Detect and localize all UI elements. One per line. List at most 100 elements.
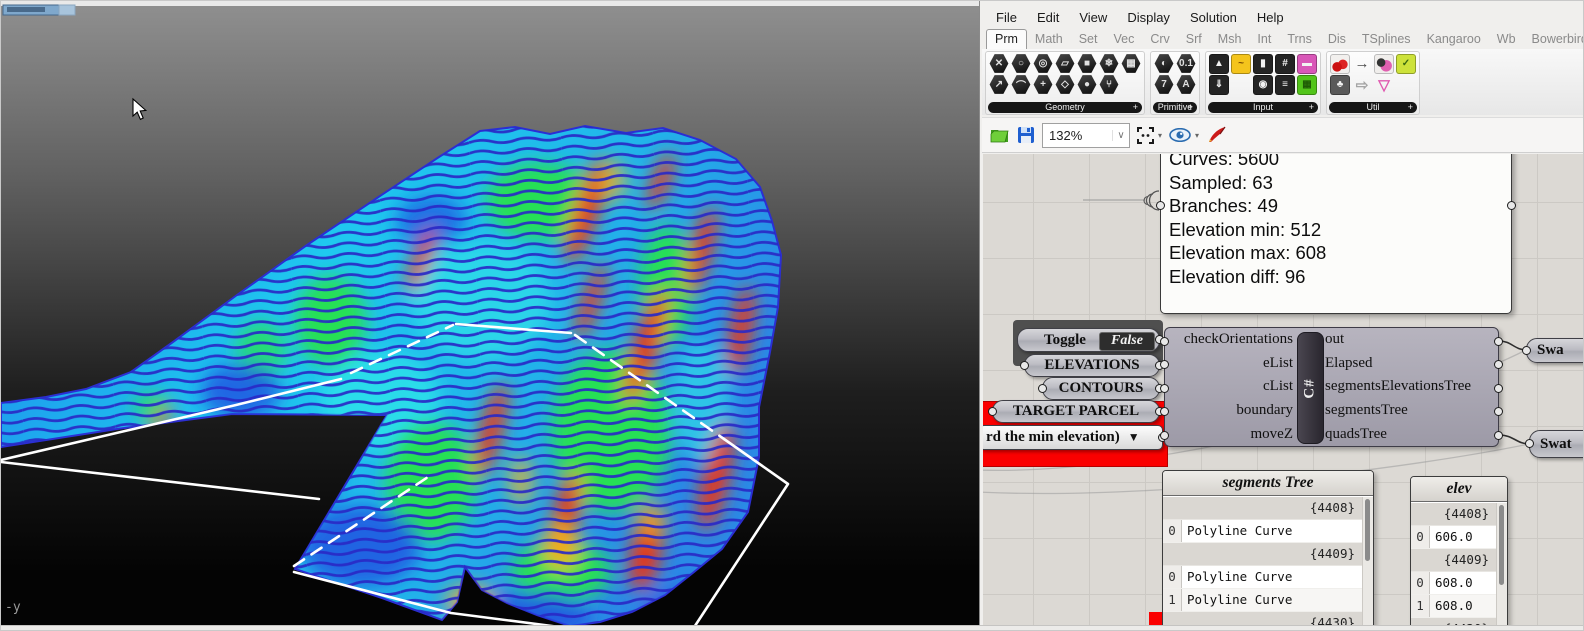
sketch-pen-icon[interactable] <box>1206 125 1228 145</box>
component-icon[interactable]: ✓ <box>1396 53 1416 74</box>
output-port-segmentsElevationsTree[interactable] <box>1494 383 1503 393</box>
scrollbar-thumb[interactable] <box>1365 498 1370 561</box>
component-icon[interactable]: ⑂ <box>1099 75 1119 94</box>
param-input-port[interactable] <box>1020 360 1029 370</box>
tab-srf[interactable]: Srf <box>1178 30 1210 49</box>
component-icon[interactable]: ▱ <box>1055 54 1075 73</box>
menu-item-view[interactable]: View <box>1069 10 1117 25</box>
chevron-down-icon[interactable]: ∨ <box>1112 129 1129 141</box>
zoom-extents-dropdown-arrow[interactable]: ▾ <box>1158 131 1162 140</box>
tab-prm[interactable]: Prm <box>986 29 1027 49</box>
segments-tree-panel[interactable]: segments Tree {4408} 0 Polyline Curve {4409… <box>1162 470 1374 626</box>
open-file-icon[interactable] <box>990 126 1010 144</box>
component-icon[interactable]: ◉ <box>1253 74 1273 95</box>
component-icon[interactable]: ❄ <box>1099 54 1119 73</box>
component-icon[interactable]: ● <box>1077 75 1097 94</box>
preview-eye-icon[interactable] <box>1169 128 1191 142</box>
param-input-port[interactable] <box>1038 383 1047 393</box>
boolean-toggle[interactable]: Toggle False <box>1017 328 1164 352</box>
menu-item-help[interactable]: Help <box>1247 10 1294 25</box>
tab-msh[interactable]: Msh <box>1210 30 1250 49</box>
component-icon[interactable]: ~ <box>1231 53 1251 74</box>
component-icon[interactable]: ▽ <box>1374 75 1394 95</box>
param-input-port[interactable] <box>988 406 997 416</box>
panel-input-port[interactable] <box>1156 201 1165 210</box>
viewport-tab[interactable] <box>2 4 76 16</box>
param-elevations[interactable]: ELEVATIONS <box>1020 354 1164 377</box>
component-icon[interactable]: ◇ <box>1055 75 1075 94</box>
input-port-cList[interactable] <box>1160 383 1169 393</box>
component-icon[interactable]: # <box>1275 53 1295 74</box>
scrollbar-thumb[interactable] <box>1499 504 1504 585</box>
component-icon[interactable]: A <box>1176 75 1196 94</box>
component-icon[interactable]: ▦ <box>1121 54 1141 73</box>
swatch-input-port[interactable] <box>1522 345 1531 355</box>
component-icon[interactable]: ✕ <box>989 54 1009 73</box>
tab-kangaroo[interactable]: Kangaroo <box>1419 30 1489 49</box>
tab-tsplines[interactable]: TSplines <box>1354 30 1419 49</box>
tab-math[interactable]: Math <box>1027 30 1071 49</box>
input-port-checkOrientations[interactable] <box>1160 336 1169 346</box>
tab-bowerbird[interactable]: Bowerbird <box>1524 30 1583 49</box>
value-list-dropdown[interactable]: rd the min elevation) ▼ <box>983 425 1167 450</box>
dropdown-triangle-icon[interactable]: ▼ <box>1128 430 1140 445</box>
component-icon[interactable]: ♣ <box>1330 74 1350 95</box>
component-icon[interactable]: + <box>1033 75 1053 94</box>
expand-icon[interactable]: + <box>1133 102 1138 113</box>
expand-icon[interactable]: + <box>1188 102 1193 113</box>
component-icon[interactable]: ◎ <box>1033 54 1053 73</box>
component-icon[interactable]: ⇓ <box>1209 74 1229 95</box>
panel-scrollbar[interactable] <box>1362 496 1373 626</box>
component-icon[interactable]: ↗ <box>989 75 1009 94</box>
tab-wb[interactable]: Wb <box>1489 30 1524 49</box>
tab-dis[interactable]: Dis <box>1320 30 1354 49</box>
input-port-moveZ[interactable] <box>1160 430 1169 440</box>
component-icon[interactable] <box>1330 53 1350 74</box>
component-icon[interactable]: → <box>1352 54 1372 74</box>
tab-int[interactable]: Int <box>1249 30 1279 49</box>
swatch-component-1[interactable]: Swa <box>1522 338 1583 363</box>
param-contours[interactable]: CONTOURS <box>1038 377 1164 400</box>
grasshopper-canvas[interactable]: Curves: 5600 Sampled: 63 Branches: 49 El… <box>983 154 1583 626</box>
component-icon[interactable]: ≡ <box>1275 74 1295 95</box>
component-icon[interactable]: 0.1 <box>1176 54 1196 73</box>
component-icon[interactable]: ▮ <box>1253 53 1273 74</box>
component-icon[interactable]: ▲ <box>1209 53 1229 74</box>
menu-item-solution[interactable]: Solution <box>1180 10 1247 25</box>
tab-crv[interactable]: Crv <box>1142 30 1177 49</box>
panel-output-port[interactable] <box>1507 201 1516 210</box>
swatch-input-port[interactable] <box>1525 439 1534 448</box>
menu-item-display[interactable]: Display <box>1117 10 1180 25</box>
panel-scrollbar[interactable] <box>1496 502 1507 626</box>
output-port-out[interactable] <box>1494 336 1503 346</box>
zoom-level-combobox[interactable]: 132% ∨ <box>1042 122 1130 148</box>
csharp-script-component[interactable]: checkOrientations eList cList boundary moveZ… <box>1160 327 1503 447</box>
component-icon[interactable]: ▬ <box>1297 53 1317 74</box>
component-icon[interactable]: ○ <box>1011 54 1031 73</box>
elev-panel[interactable]: elev {4408}0606.0{4409}0608.01608.0{4430… <box>1410 476 1508 626</box>
component-icon[interactable]: ◐ <box>1154 54 1174 73</box>
tab-trns[interactable]: Trns <box>1279 30 1320 49</box>
component-icon[interactable] <box>1374 53 1394 74</box>
preview-dropdown-arrow[interactable]: ▾ <box>1195 131 1199 140</box>
tab-vec[interactable]: Vec <box>1105 30 1142 49</box>
component-icon[interactable]: ■ <box>1077 54 1097 73</box>
expand-icon[interactable]: + <box>1309 102 1314 113</box>
rhino-3d-viewport[interactable]: -y <box>1 1 979 630</box>
csharp-badge[interactable]: C# <box>1297 332 1324 444</box>
component-icon[interactable]: ⌒ <box>1011 75 1031 94</box>
toggle-value[interactable]: False <box>1099 331 1155 351</box>
save-file-icon[interactable] <box>1017 126 1035 144</box>
component-icon[interactable]: 7 <box>1154 75 1174 94</box>
component-icon[interactable]: ⇨ <box>1352 75 1372 95</box>
menu-item-edit[interactable]: Edit <box>1027 10 1069 25</box>
param-target-parcel[interactable]: TARGET PARCEL <box>988 400 1164 423</box>
expand-icon[interactable]: + <box>1408 102 1413 113</box>
swatch-component-2[interactable]: Swat <box>1525 430 1583 458</box>
tab-set[interactable]: Set <box>1071 30 1106 49</box>
menu-item-file[interactable]: File <box>986 10 1027 25</box>
output-port-quadsTree[interactable] <box>1494 430 1503 440</box>
zoom-extents-icon[interactable] <box>1137 126 1154 144</box>
stats-panel[interactable]: Curves: 5600 Sampled: 63 Branches: 49 El… <box>1156 154 1516 314</box>
component-icon[interactable]: ▦ <box>1297 74 1317 95</box>
